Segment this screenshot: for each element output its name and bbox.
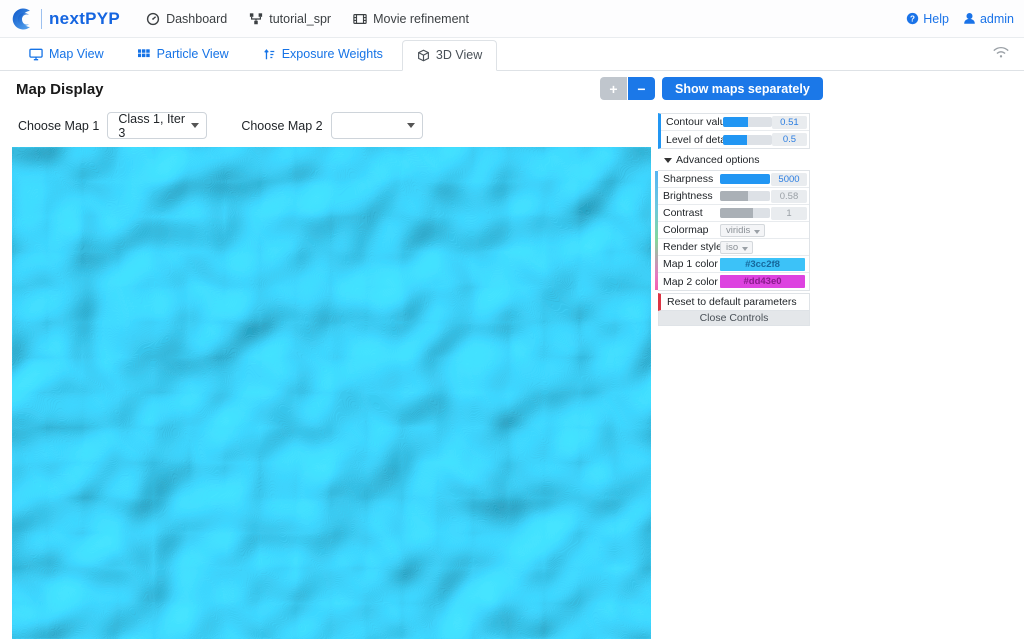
sort-icon bbox=[263, 48, 276, 61]
tab-label: Exposure Weights bbox=[282, 47, 383, 61]
navbar-links: Dashboard tutorial_spr Movie refinement bbox=[146, 12, 469, 26]
show-maps-separately-button[interactable]: Show maps separately bbox=[662, 77, 823, 100]
user-menu[interactable]: admin bbox=[963, 12, 1014, 26]
contour-value-field[interactable]: 0.51 bbox=[772, 116, 807, 129]
close-controls-button[interactable]: Close Controls bbox=[658, 311, 810, 326]
sharpness-slider[interactable] bbox=[720, 174, 770, 184]
tab-particle-view[interactable]: Particle View bbox=[123, 39, 244, 70]
render-style-value: iso bbox=[726, 242, 738, 253]
choose-map1-select[interactable]: Class 1, Iter 3 bbox=[107, 112, 207, 139]
page-title: Map Display bbox=[16, 81, 104, 98]
chevron-down-icon bbox=[742, 247, 748, 251]
contrast-row: Contrast 1 bbox=[658, 205, 809, 222]
colormap-value: viridis bbox=[726, 225, 750, 236]
choose-map1-label: Choose Map 1 bbox=[18, 119, 99, 133]
map-toolbar: + − Show maps separately bbox=[600, 77, 823, 100]
contour-value-label: Contour value bbox=[666, 116, 723, 128]
brightness-label: Brightness bbox=[663, 190, 720, 202]
nav-item-label: Dashboard bbox=[166, 12, 227, 26]
choose-map1-value: Class 1, Iter 3 bbox=[118, 112, 186, 140]
sharpness-label: Sharpness bbox=[663, 173, 720, 185]
close-controls-label: Close Controls bbox=[700, 312, 769, 324]
nextpyp-logo-icon bbox=[10, 7, 34, 31]
chevron-down-icon bbox=[407, 123, 415, 128]
map-selectors: Choose Map 1 Class 1, Iter 3 Choose Map … bbox=[18, 112, 423, 139]
grid-icon bbox=[138, 48, 151, 61]
help-icon: ? bbox=[906, 12, 919, 25]
level-of-detail-label: Level of detail bbox=[666, 134, 723, 146]
contour-value-row: Contour value 0.51 bbox=[661, 114, 809, 131]
help-label: Help bbox=[923, 12, 949, 26]
film-icon bbox=[353, 12, 367, 26]
monitor-icon bbox=[29, 48, 43, 61]
brand-divider bbox=[41, 9, 42, 29]
nav-item-label: tutorial_spr bbox=[269, 12, 331, 26]
caret-down-icon bbox=[664, 158, 672, 163]
gauge-icon bbox=[146, 12, 160, 26]
advanced-controls-group: Sharpness 5000 Brightness 0.58 Contrast … bbox=[658, 170, 810, 291]
app-window: nextPYP Dashboard tutorial_spr bbox=[0, 0, 1024, 639]
colormap-label: Colormap bbox=[663, 224, 720, 236]
chevron-down-icon bbox=[191, 123, 199, 128]
choose-map2-label: Choose Map 2 bbox=[241, 119, 322, 133]
view-tabbar: Map View Particle View Exposure Weights … bbox=[0, 38, 1024, 71]
basic-controls-group: Contour value 0.51 Level of detail 0.5 bbox=[658, 113, 810, 149]
tab-3d-view[interactable]: 3D View bbox=[402, 40, 497, 71]
level-of-detail-row: Level of detail 0.5 bbox=[661, 131, 809, 148]
zoom-out-button[interactable]: − bbox=[628, 77, 655, 100]
tab-map-view[interactable]: Map View bbox=[14, 39, 119, 70]
map2-color-label: Map 2 color bbox=[663, 276, 720, 288]
map1-color-row: Map 1 color #3cc2f8 bbox=[658, 256, 809, 273]
project-icon bbox=[249, 12, 263, 26]
nav-item-project[interactable]: tutorial_spr bbox=[249, 12, 331, 26]
navbar-right: ? Help admin bbox=[906, 12, 1014, 26]
colormap-select: viridis bbox=[720, 224, 765, 237]
brand[interactable]: nextPYP bbox=[10, 7, 120, 31]
top-navbar: nextPYP Dashboard tutorial_spr bbox=[0, 0, 1024, 38]
tab-label: Map View bbox=[49, 47, 104, 61]
display-controls-panel: Contour value 0.51 Level of detail 0.5 A… bbox=[658, 113, 810, 326]
render-style-select: iso bbox=[720, 241, 753, 254]
contour-value-slider[interactable] bbox=[723, 117, 772, 127]
map1-color-swatch[interactable]: #3cc2f8 bbox=[720, 258, 805, 271]
brightness-field: 0.58 bbox=[771, 190, 807, 203]
user-icon bbox=[963, 12, 976, 25]
brand-name: nextPYP bbox=[49, 9, 120, 29]
render-style-label: Render style bbox=[663, 241, 720, 253]
choose-map2-select[interactable] bbox=[331, 112, 423, 139]
contrast-label: Contrast bbox=[663, 207, 720, 219]
nav-item-label: Movie refinement bbox=[373, 12, 469, 26]
brightness-row: Brightness 0.58 bbox=[658, 188, 809, 205]
contrast-field: 1 bbox=[771, 207, 807, 220]
help-link[interactable]: ? Help bbox=[906, 12, 949, 26]
brightness-slider bbox=[720, 191, 770, 201]
contrast-slider bbox=[720, 208, 770, 218]
nav-item-movie-refinement[interactable]: Movie refinement bbox=[353, 12, 469, 26]
tab-exposure-weights[interactable]: Exposure Weights bbox=[248, 39, 398, 70]
map2-color-row: Map 2 color #dd43e0 bbox=[658, 273, 809, 290]
advanced-options-label: Advanced options bbox=[676, 154, 759, 166]
cube-icon bbox=[417, 49, 430, 62]
nav-item-dashboard[interactable]: Dashboard bbox=[146, 12, 227, 26]
advanced-options-toggle[interactable]: Advanced options bbox=[658, 152, 810, 168]
reset-defaults-button[interactable]: Reset to default parameters bbox=[658, 293, 810, 311]
chevron-down-icon bbox=[754, 230, 760, 234]
tab-label: Particle View bbox=[157, 47, 229, 61]
map1-color-label: Map 1 color bbox=[663, 258, 720, 270]
sharpness-row: Sharpness 5000 bbox=[658, 171, 809, 188]
sharpness-field[interactable]: 5000 bbox=[771, 173, 807, 186]
zoom-in-button[interactable]: + bbox=[600, 77, 627, 100]
user-label: admin bbox=[980, 12, 1014, 26]
level-of-detail-slider[interactable] bbox=[723, 135, 772, 145]
level-of-detail-field[interactable]: 0.5 bbox=[772, 133, 807, 146]
map2-color-swatch[interactable]: #dd43e0 bbox=[720, 275, 805, 288]
render-style-row: Render style iso bbox=[658, 239, 809, 256]
wifi-status-icon bbox=[992, 45, 1010, 59]
tab-label: 3D View bbox=[436, 48, 482, 62]
reset-defaults-label: Reset to default parameters bbox=[667, 296, 797, 308]
svg-text:?: ? bbox=[910, 14, 915, 23]
map-canvas[interactable] bbox=[12, 147, 651, 639]
colormap-row: Colormap viridis bbox=[658, 222, 809, 239]
